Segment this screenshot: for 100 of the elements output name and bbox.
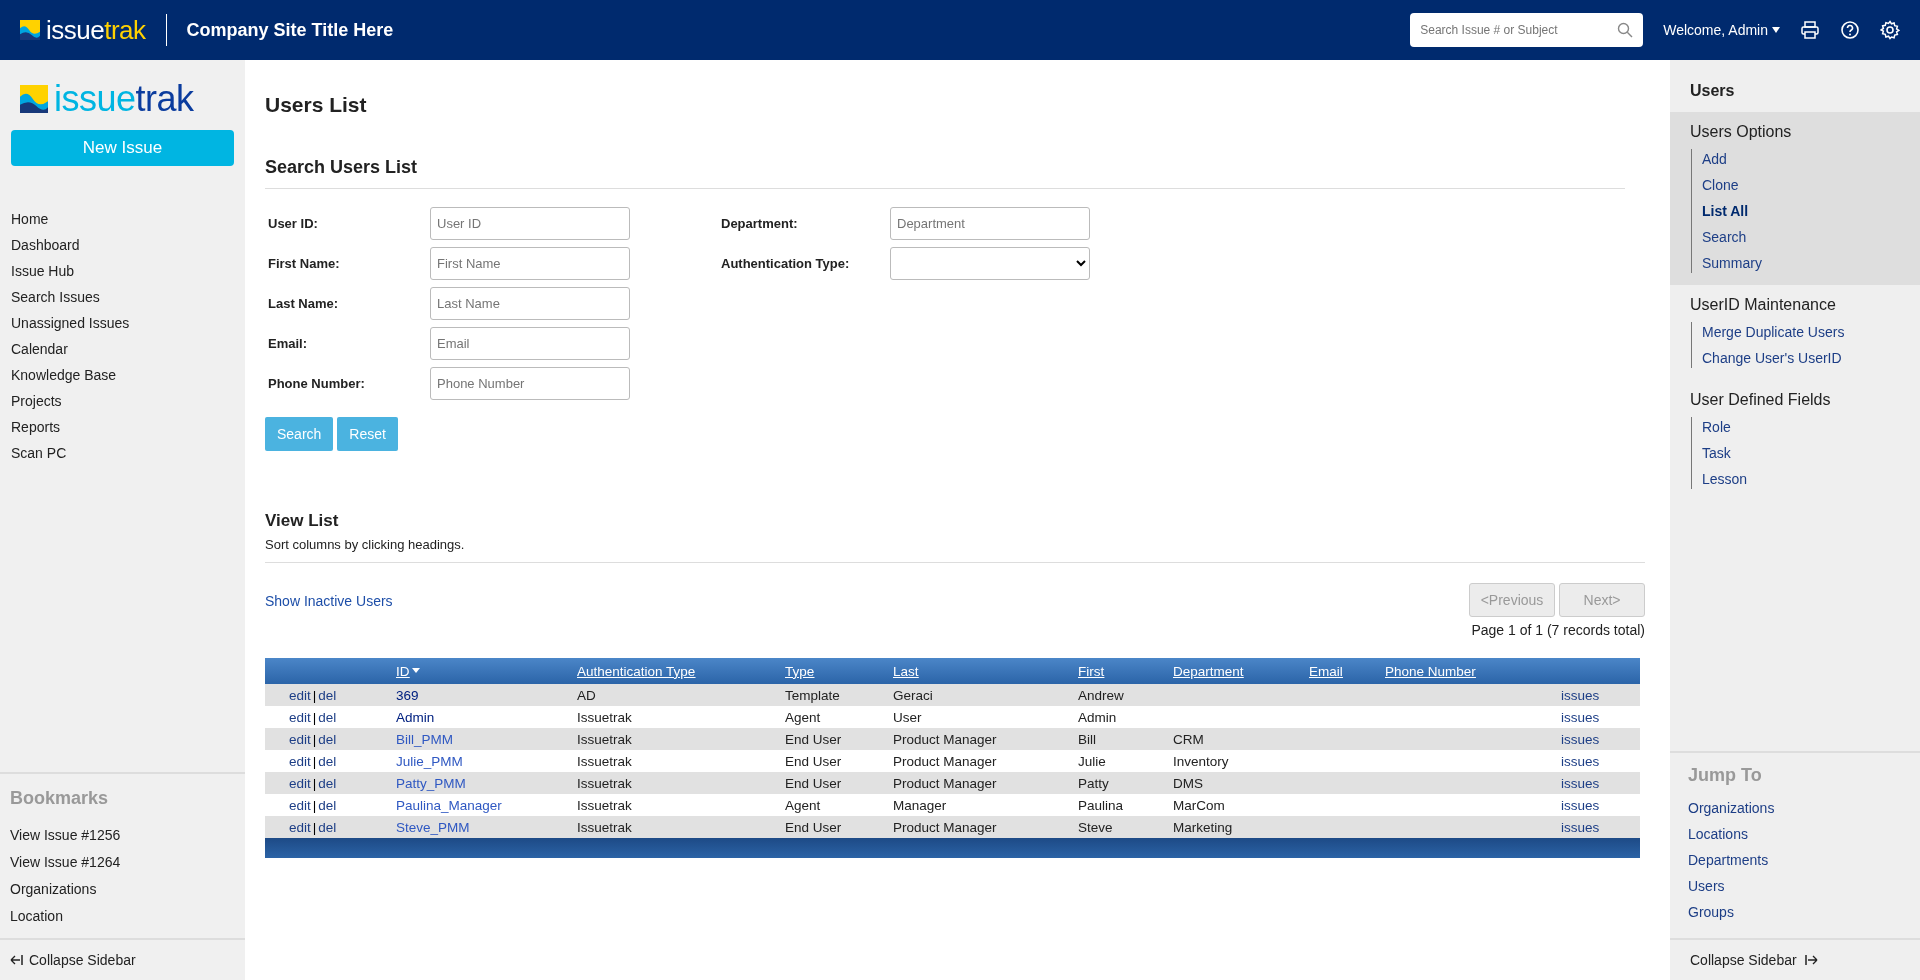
sidebar-link[interactable]: Summary xyxy=(1702,255,1900,271)
edit-link[interactable]: edit xyxy=(289,775,311,791)
nav-item[interactable]: Unassigned Issues xyxy=(0,310,245,336)
delete-link[interactable]: del xyxy=(318,797,337,813)
dropdown-field[interactable] xyxy=(890,247,1090,280)
page-summary: Page 1 of 1 (7 records total) xyxy=(1471,622,1645,638)
delete-link[interactable]: del xyxy=(318,687,337,703)
column-header[interactable]: Last xyxy=(893,663,919,679)
input-field[interactable]: Phone Number xyxy=(430,367,630,400)
separator: | xyxy=(312,709,317,725)
user-menu[interactable]: Welcome, Admin xyxy=(1663,22,1780,38)
nav-item[interactable]: Scan PC xyxy=(0,440,245,466)
table-cell: Julie xyxy=(1078,753,1106,769)
table-cell: Steve xyxy=(1078,819,1113,835)
table-cell: End User xyxy=(785,775,842,791)
input-field[interactable]: First Name xyxy=(430,247,630,280)
table-cell: Product Manager xyxy=(893,819,997,835)
sidebar-link[interactable]: Lesson xyxy=(1702,471,1900,487)
issues-link[interactable]: issues xyxy=(1561,709,1600,725)
jump-link[interactable]: Departments xyxy=(1688,852,1902,868)
input-field[interactable]: Email xyxy=(430,327,630,360)
section-heading: View List xyxy=(265,511,340,531)
search-icon xyxy=(1617,22,1634,38)
arrow-left-icon xyxy=(10,954,23,966)
issues-link[interactable]: issues xyxy=(1561,797,1600,813)
bookmark-link[interactable]: View Issue #1264 xyxy=(10,854,235,870)
collapse-sidebar-button[interactable]: Collapse Sidebar xyxy=(1670,940,1920,980)
printer-icon[interactable] xyxy=(1800,20,1820,40)
edit-link[interactable]: edit xyxy=(289,731,311,747)
page-title: Users List xyxy=(265,93,368,117)
hint-text: Sort columns by clicking headings. xyxy=(265,537,466,552)
sidebar-link[interactable]: List All xyxy=(1702,203,1900,219)
bookmarks-heading: Bookmarks xyxy=(9,787,110,810)
field-label: User ID: xyxy=(267,216,319,231)
column-header[interactable]: Type xyxy=(785,663,815,679)
delete-link[interactable]: del xyxy=(318,731,337,747)
column-header[interactable]: ID xyxy=(396,663,420,679)
sidebar-title: Users xyxy=(1689,81,1736,101)
separator: | xyxy=(312,731,317,747)
sidebar-link[interactable]: Clone xyxy=(1702,177,1900,193)
jump-link[interactable]: Groups xyxy=(1688,904,1902,920)
table-cell: Issuetrak xyxy=(577,775,632,791)
user-id-link[interactable]: Julie_PMM xyxy=(396,753,463,769)
table-cell: Patty xyxy=(1078,775,1109,791)
edit-link[interactable]: edit xyxy=(289,797,311,813)
table-cell: Andrew xyxy=(1078,687,1124,703)
separator: | xyxy=(312,753,317,769)
jump-link[interactable]: Users xyxy=(1688,878,1902,894)
input-field[interactable]: User ID xyxy=(430,207,630,240)
issues-link[interactable]: issues xyxy=(1561,753,1600,769)
help-icon[interactable] xyxy=(1840,20,1860,40)
sidebar-link[interactable]: Search xyxy=(1702,229,1900,245)
arrow-right-icon xyxy=(1804,954,1818,966)
table-cell: Product Manager xyxy=(893,753,997,769)
nav-item[interactable]: Issue Hub xyxy=(0,258,245,284)
nav-item[interactable]: Search Issues xyxy=(0,284,245,310)
field-label: First Name: xyxy=(267,256,341,271)
edit-link[interactable]: edit xyxy=(289,709,311,725)
sidebar-link[interactable]: Add xyxy=(1702,151,1900,167)
site-title: Company Site Title Here xyxy=(186,19,394,41)
delete-link[interactable]: del xyxy=(318,775,337,791)
input-field[interactable]: Last Name xyxy=(430,287,630,320)
table-cell: Inventory xyxy=(1173,753,1229,769)
nav-item[interactable]: Knowledge Base xyxy=(0,362,245,388)
sidebar-link[interactable]: Change User's UserID xyxy=(1702,350,1900,366)
edit-link[interactable]: edit xyxy=(289,687,311,703)
input-field[interactable]: Department xyxy=(890,207,1090,240)
nav-item[interactable]: Dashboard xyxy=(0,232,245,258)
edit-link[interactable]: edit xyxy=(289,753,311,769)
column-header[interactable]: First xyxy=(1078,663,1105,679)
delete-link[interactable]: del xyxy=(318,709,337,725)
search-field[interactable]: Search Issue # or Subject xyxy=(1410,13,1644,47)
nav-item[interactable]: Home xyxy=(0,206,245,232)
table-cell: End User xyxy=(785,819,842,835)
delete-link[interactable]: del xyxy=(318,753,337,769)
sidebar-link[interactable]: Role xyxy=(1702,419,1900,435)
section-heading: User Defined Fields xyxy=(1690,390,1832,410)
jump-link[interactable]: Locations xyxy=(1688,826,1902,842)
delete-link[interactable]: del xyxy=(318,819,337,835)
user-id-link[interactable]: 369 xyxy=(396,687,419,703)
field-label: Phone Number: xyxy=(267,376,366,391)
sidebar-link[interactable]: Task xyxy=(1702,445,1900,461)
bookmark-link[interactable]: View Issue #1256 xyxy=(10,827,235,843)
edit-link[interactable]: edit xyxy=(289,819,311,835)
settings-icon[interactable] xyxy=(1880,20,1900,40)
user-id-link[interactable]: Paulina_Manager xyxy=(396,797,502,813)
field-label: Authentication Type: xyxy=(720,256,851,271)
nav-item[interactable]: Projects xyxy=(0,388,245,414)
table-cell: Bill xyxy=(1078,731,1096,747)
collapse-sidebar-button[interactable]: Collapse Sidebar xyxy=(0,940,245,980)
bookmark-link[interactable]: Organizations xyxy=(10,881,235,897)
jump-link[interactable]: Organizations xyxy=(1688,800,1902,816)
table-cell: End User xyxy=(785,731,842,747)
user-id-link[interactable]: Admin xyxy=(396,709,435,725)
table-cell: Issuetrak xyxy=(577,731,632,747)
table-cell: Issuetrak xyxy=(577,819,632,835)
nav-item[interactable]: Calendar xyxy=(0,336,245,362)
nav-item[interactable]: Reports xyxy=(0,414,245,440)
bookmark-link[interactable]: Location xyxy=(10,908,235,924)
sidebar-link[interactable]: Merge Duplicate Users xyxy=(1702,324,1900,340)
